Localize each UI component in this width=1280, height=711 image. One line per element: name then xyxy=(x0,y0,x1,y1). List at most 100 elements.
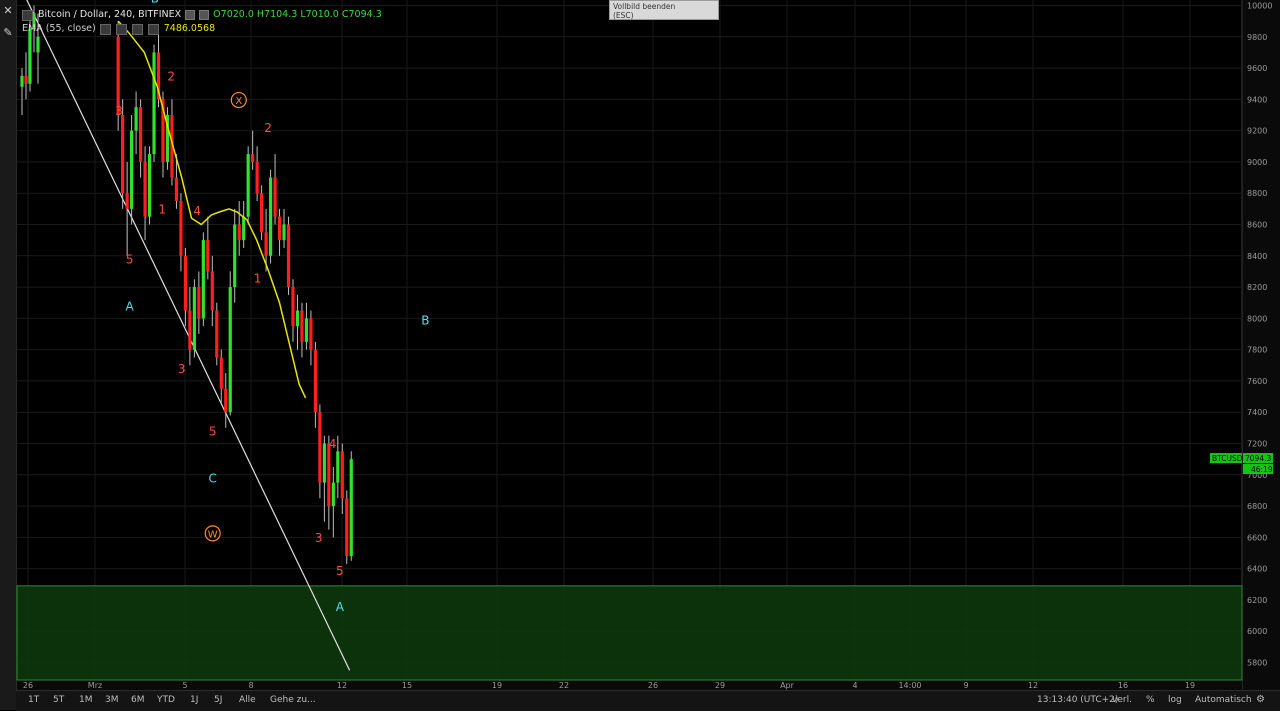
candle-body[interactable] xyxy=(237,224,241,241)
wave-label[interactable]: 2 xyxy=(167,70,175,84)
candle-body[interactable] xyxy=(130,130,134,209)
wave-label[interactable]: 3 xyxy=(115,104,123,118)
candle-body[interactable] xyxy=(242,216,246,241)
candle-body[interactable] xyxy=(183,255,188,311)
candle-body[interactable] xyxy=(174,177,179,202)
candle-body[interactable] xyxy=(251,154,255,162)
price-chart[interactable]: 5800600062006400660068007000720074007600… xyxy=(0,0,1280,690)
candle-body[interactable] xyxy=(147,154,152,217)
ema-hide-button[interactable] xyxy=(99,23,111,35)
wave-label[interactable]: 2 xyxy=(264,121,272,135)
candle-body[interactable] xyxy=(260,193,264,233)
candle-body[interactable] xyxy=(210,271,214,311)
timeframe-1j[interactable]: 1J xyxy=(190,695,198,705)
candle-body[interactable] xyxy=(331,482,335,507)
symbol-hide-button[interactable] xyxy=(199,10,210,20)
timeframe-1t[interactable]: 1T xyxy=(28,695,39,705)
ema-label: EMA (55, close) xyxy=(22,23,96,34)
candle-body[interactable] xyxy=(246,154,250,217)
candle-body[interactable] xyxy=(273,177,277,217)
candle-body[interactable] xyxy=(36,36,40,53)
candle-body[interactable] xyxy=(309,318,313,350)
candle-body[interactable] xyxy=(340,451,344,499)
percent-toggle[interactable]: % xyxy=(1146,695,1155,705)
wave-label[interactable]: 5 xyxy=(126,253,134,267)
wave-label[interactable]: 3 xyxy=(178,362,186,376)
wave-label[interactable]: 5 xyxy=(209,425,217,439)
wave-label[interactable]: 4 xyxy=(329,437,337,451)
y-tick-label: 9400 xyxy=(1247,95,1267,104)
candle-body[interactable] xyxy=(268,177,273,256)
wave-label[interactable]: 4 xyxy=(193,204,201,218)
clock-timezone[interactable]: 13:13:40 (UTC+2) xyxy=(1037,695,1118,705)
wave-label[interactable]: A xyxy=(336,600,345,614)
candle-body[interactable] xyxy=(228,287,232,413)
wave-label[interactable]: C xyxy=(209,472,217,486)
candle-body[interactable] xyxy=(282,224,286,241)
candle-body[interactable] xyxy=(134,107,138,131)
candle-body[interactable] xyxy=(24,75,28,84)
candle-body[interactable] xyxy=(197,287,201,319)
timeframe-6m[interactable]: 6M xyxy=(131,695,145,705)
timeframe-5j[interactable]: 5J xyxy=(214,695,222,705)
collapse-legend-button[interactable] xyxy=(22,9,33,21)
candle-body[interactable] xyxy=(20,75,24,87)
candle-body[interactable] xyxy=(295,310,300,327)
candle-body[interactable] xyxy=(192,287,196,350)
candle-body[interactable] xyxy=(349,459,353,557)
wave-label[interactable]: 3 xyxy=(315,531,323,545)
wave-label[interactable]: B xyxy=(421,314,429,328)
symbol-settings-button[interactable] xyxy=(185,10,196,20)
candle-body[interactable] xyxy=(125,193,129,209)
ema-more-button[interactable] xyxy=(147,23,159,35)
candle-body[interactable] xyxy=(206,240,210,272)
candle-body[interactable] xyxy=(121,115,125,194)
plot-area[interactable] xyxy=(17,0,1242,680)
candle-body[interactable] xyxy=(304,318,309,342)
candle-body[interactable] xyxy=(215,310,219,358)
wave-label[interactable]: 1 xyxy=(158,203,166,217)
candle-body[interactable] xyxy=(28,28,32,84)
candle-body[interactable] xyxy=(291,287,295,327)
candle-body[interactable] xyxy=(336,451,340,483)
timeframe-ytd[interactable]: YTD xyxy=(157,695,175,705)
candle-body[interactable] xyxy=(313,349,317,413)
candle-body[interactable] xyxy=(143,161,147,217)
timeframe-1m[interactable]: 1M xyxy=(79,695,93,705)
candle-body[interactable] xyxy=(300,310,304,342)
candle-body[interactable] xyxy=(286,224,291,288)
timeframe-5t[interactable]: 5T xyxy=(53,695,64,705)
wave-label[interactable]: W xyxy=(208,529,218,540)
candle-body[interactable] xyxy=(188,310,192,350)
wave-label[interactable]: 1 xyxy=(254,271,262,285)
candle-body[interactable] xyxy=(219,357,223,389)
candle-body[interactable] xyxy=(224,388,228,413)
adjust-toggle[interactable]: verl. xyxy=(1112,695,1132,705)
candle-body[interactable] xyxy=(327,443,331,507)
timeframe-3m[interactable]: 3M xyxy=(105,695,119,705)
candle-body[interactable] xyxy=(152,52,156,155)
ema-settings-button[interactable] xyxy=(115,23,127,35)
candle-body[interactable] xyxy=(138,107,143,162)
candle-body[interactable] xyxy=(277,216,282,241)
support-zone[interactable] xyxy=(16,585,1243,681)
timeframe-all[interactable]: Alle xyxy=(239,695,256,705)
ema-remove-button[interactable] xyxy=(131,23,143,35)
candle-body[interactable] xyxy=(179,201,183,256)
candle-body[interactable] xyxy=(201,240,205,319)
wave-label[interactable]: 5 xyxy=(336,564,344,578)
candle-body[interactable] xyxy=(322,443,326,483)
candle-body[interactable] xyxy=(318,412,322,483)
goto-date-button[interactable]: Gehe zu... xyxy=(270,695,316,705)
time-axis[interactable] xyxy=(17,680,1242,690)
candle-body[interactable] xyxy=(233,224,237,288)
log-toggle[interactable]: log xyxy=(1168,695,1182,705)
wave-label[interactable]: B xyxy=(151,0,159,5)
candle-body[interactable] xyxy=(264,232,268,256)
wave-label[interactable]: A xyxy=(125,300,134,314)
wave-label[interactable]: X xyxy=(235,96,242,107)
auto-scale-toggle[interactable]: Automatisch xyxy=(1195,695,1252,705)
gear-icon[interactable]: ⚙ xyxy=(1256,694,1265,705)
candle-body[interactable] xyxy=(255,161,259,194)
candle-body[interactable] xyxy=(345,498,349,557)
